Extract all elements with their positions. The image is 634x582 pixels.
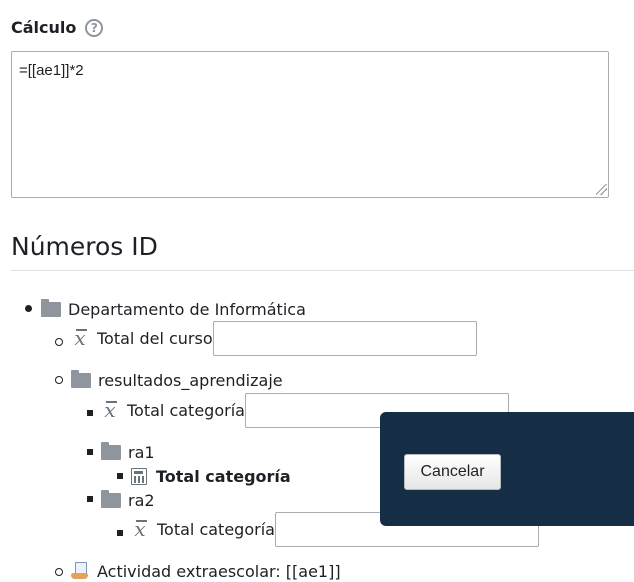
calculator-icon <box>131 467 147 485</box>
mean-icon: x <box>101 400 119 420</box>
tree-item-activity: Actividad extraescolar: [[ae1]] <box>71 560 341 582</box>
resize-handle[interactable] <box>596 184 607 195</box>
list-bullet <box>55 338 63 346</box>
tree-item-learning-outcomes: resultados_aprendizaje <box>71 369 283 391</box>
assignment-icon <box>71 562 89 580</box>
help-icon[interactable]: ? <box>85 18 104 37</box>
folder-icon <box>41 298 61 317</box>
mean-icon: x <box>131 519 149 539</box>
list-bullet <box>117 473 123 479</box>
mean-icon: x <box>71 328 89 348</box>
tree-item-label: ra1 <box>128 442 155 462</box>
tree-item-label: Total categoría <box>156 466 291 486</box>
cancel-button[interactable]: Cancelar <box>404 454 501 490</box>
folder-icon <box>101 489 121 508</box>
section-title: Números ID <box>11 232 158 261</box>
folder-icon <box>101 441 121 460</box>
list-bullet <box>117 530 123 536</box>
tree-item-label: Departamento de Informática <box>68 299 306 319</box>
tree-item-label: Total categoría <box>127 400 245 420</box>
list-bullet <box>87 496 93 502</box>
tree-item-ra2: ra2 <box>101 489 155 511</box>
tree-item-ra1-total: Total categoría <box>131 465 291 487</box>
list-bullet <box>55 376 63 384</box>
tree-item-label: Total del curso <box>97 328 213 348</box>
tree-item-label: ra2 <box>128 490 155 510</box>
folder-icon <box>71 369 91 388</box>
list-bullet <box>87 449 93 455</box>
tree-item-course-total: x Total del curso <box>71 320 477 356</box>
list-bullet <box>25 305 32 312</box>
calculation-textarea[interactable] <box>11 51 609 198</box>
calculation-label: Cálculo ? <box>11 18 104 37</box>
tree-item-label: Total categoría <box>157 519 275 539</box>
tree-item-ra1: ra1 <box>101 441 155 463</box>
list-bullet <box>55 568 63 576</box>
calculation-label-text: Cálculo <box>11 18 77 37</box>
section-divider <box>11 270 634 271</box>
tree-item-label: resultados_aprendizaje <box>98 370 283 390</box>
tree-item-department: Departamento de Informática <box>41 298 306 320</box>
course-total-id-input[interactable] <box>212 320 477 356</box>
tree-item-label: Actividad extraescolar: [[ae1]] <box>97 561 341 581</box>
list-bullet <box>87 410 93 416</box>
